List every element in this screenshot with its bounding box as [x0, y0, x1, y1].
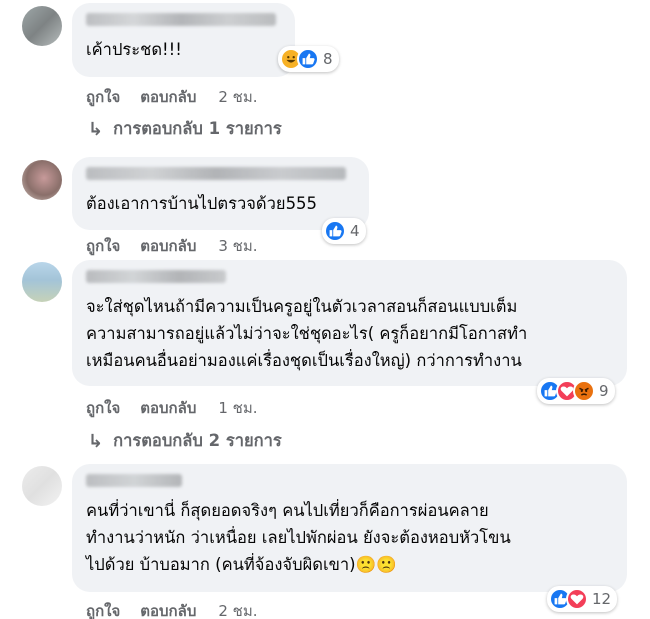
timestamp[interactable]: 2 ชม.: [218, 85, 257, 109]
comment-text: คนที่ว่าเขานี่ ก็สุดยอดจริงๆ คนไปเที่ยวก…: [86, 501, 511, 574]
commenter-name[interactable]: [86, 167, 346, 180]
reaction-summary[interactable]: 9: [537, 378, 615, 404]
replies-label: การตอบกลับ 1 รายการ: [113, 119, 282, 138]
comment-actions: ถูกใจ ตอบกลับ 2 ชม.: [86, 599, 278, 619]
avatar[interactable]: [22, 466, 62, 506]
commenter-name[interactable]: [86, 270, 226, 283]
avatar[interactable]: [22, 160, 62, 200]
comment-actions: ถูกใจ ตอบกลับ 1 ชม.: [86, 396, 278, 420]
reaction-count: 12: [592, 590, 612, 608]
reaction-count: 4: [350, 222, 360, 240]
reaction-count: 9: [599, 382, 609, 400]
comment-text: เค้าประชด!!!: [86, 40, 182, 59]
reaction-summary[interactable]: 4: [322, 218, 366, 244]
reaction-summary[interactable]: 12: [547, 586, 618, 612]
comment-actions: ถูกใจ ตอบกลับ 2 ชม.: [86, 85, 278, 109]
comment-bubble: ต้องเอาการบ้านไปตรวจด้วย555: [72, 157, 369, 230]
avatar[interactable]: [22, 262, 62, 302]
like-button[interactable]: ถูกใจ: [86, 396, 120, 420]
reaction-summary[interactable]: 8: [278, 46, 339, 72]
reaction-count: 8: [323, 50, 333, 68]
comment-bubble: คนที่ว่าเขานี่ ก็สุดยอดจริงๆ คนไปเที่ยวก…: [72, 464, 627, 592]
love-icon: [566, 588, 588, 610]
timestamp[interactable]: 2 ชม.: [218, 599, 257, 619]
view-replies-button[interactable]: ↳ การตอบกลับ 2 รายการ: [88, 428, 282, 454]
avatar[interactable]: [22, 6, 62, 46]
reply-button[interactable]: ตอบกลับ: [140, 234, 196, 258]
comment-bubble: เค้าประชด!!!: [72, 3, 295, 77]
like-icon: [324, 220, 346, 242]
replies-label: การตอบกลับ 2 รายการ: [113, 431, 282, 450]
reply-button[interactable]: ตอบกลับ: [140, 599, 196, 619]
comment-text: ต้องเอาการบ้านไปตรวจด้วย555: [86, 194, 318, 213]
commenter-name[interactable]: [86, 474, 182, 487]
like-button[interactable]: ถูกใจ: [86, 234, 120, 258]
like-button[interactable]: ถูกใจ: [86, 85, 120, 109]
reply-arrow-icon: ↳: [88, 430, 104, 452]
comment-bubble: จะใส่ชุดไหนถ้ามีความเป็นครูอยู่ในตัวเวลา…: [72, 260, 627, 386]
timestamp[interactable]: 1 ชม.: [218, 396, 257, 420]
view-replies-button[interactable]: ↳ การตอบกลับ 1 รายการ: [88, 116, 282, 142]
commenter-name[interactable]: [86, 13, 276, 26]
like-icon: [297, 48, 319, 70]
comment-actions: ถูกใจ ตอบกลับ 3 ชม.: [86, 234, 278, 258]
angry-icon: [573, 380, 595, 402]
reply-button[interactable]: ตอบกลับ: [140, 396, 196, 420]
comment-text: จะใส่ชุดไหนถ้ามีความเป็นครูอยู่ในตัวเวลา…: [86, 297, 528, 370]
like-button[interactable]: ถูกใจ: [86, 599, 120, 619]
timestamp[interactable]: 3 ชม.: [218, 234, 257, 258]
reply-arrow-icon: ↳: [88, 118, 104, 140]
reply-button[interactable]: ตอบกลับ: [140, 85, 196, 109]
